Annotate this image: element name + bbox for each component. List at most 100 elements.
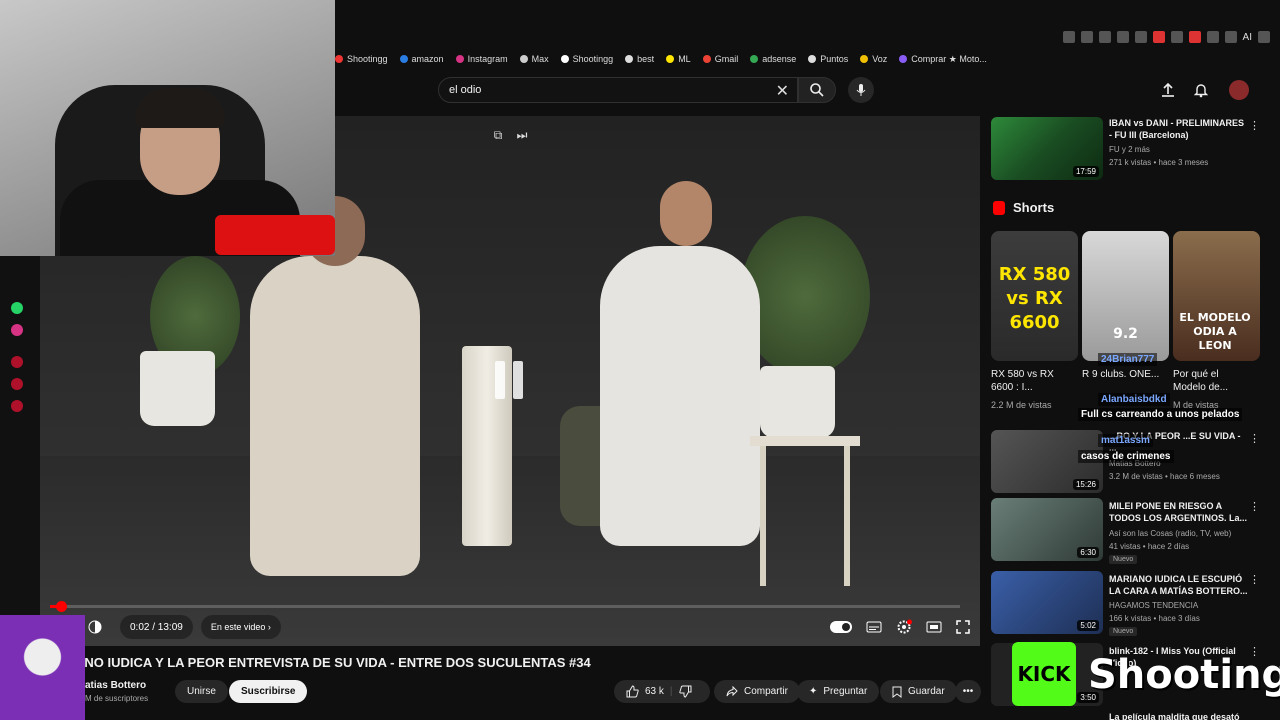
- video-title[interactable]: MILEI PONE EN RIESGO A TODOS LOS ARGENTI…: [1109, 500, 1249, 524]
- channel-name[interactable]: Así son las Cosas (radio, TV, web): [1109, 529, 1231, 538]
- extensions-bar: AI: [335, 26, 1280, 48]
- bookmark[interactable]: best: [625, 54, 654, 64]
- download-icon[interactable]: [1224, 31, 1237, 43]
- settings-icon[interactable]: [11, 400, 23, 412]
- autoplay-toggle[interactable]: [830, 621, 852, 633]
- bookmark[interactable]: adsense: [750, 54, 796, 64]
- mercadolibre-icon: [666, 55, 675, 63]
- bookmark-label: Shootingg: [347, 54, 388, 64]
- ai-extension[interactable]: AI: [1243, 32, 1252, 43]
- more-icon: •••: [962, 686, 974, 697]
- more-options-icon[interactable]: ⋮: [1249, 432, 1260, 445]
- subscribe-button[interactable]: Suscribirse: [229, 680, 308, 703]
- short-title[interactable]: Por qué el Modelo de...: [1173, 368, 1253, 394]
- join-button[interactable]: Unirse: [175, 680, 228, 703]
- extension-icon[interactable]: [1098, 31, 1111, 43]
- more-options-icon[interactable]: ⋮: [1249, 500, 1260, 513]
- short-thumbnail[interactable]: EL MODELO ODIA A LEON: [1173, 231, 1260, 361]
- bookmark[interactable]: Instagram: [455, 54, 508, 64]
- bookmark[interactable]: Comprar ★ Moto...: [899, 54, 987, 65]
- save-button[interactable]: Guardar: [880, 680, 957, 703]
- extension-icon[interactable]: [1134, 31, 1147, 43]
- short-title[interactable]: R 9 clubs. ONE...: [1082, 368, 1162, 381]
- extension-icon[interactable]: [1080, 31, 1093, 43]
- video-title[interactable]: La película maldita que desató: [1109, 711, 1249, 720]
- bookmark[interactable]: Gmail: [702, 54, 738, 64]
- thumbs-down-icon[interactable]: [678, 685, 692, 698]
- bookmark[interactable]: Voz: [860, 54, 887, 64]
- clear-search-icon[interactable]: ✕: [776, 81, 789, 101]
- search-input[interactable]: [449, 84, 769, 96]
- share-button[interactable]: Compartir: [714, 680, 800, 703]
- recommended-video[interactable]: 5:02 MARIANO IUDICA LE ESCUPIÓ LA CARA A…: [991, 571, 1271, 637]
- plant-pot: [760, 366, 835, 438]
- fullscreen-button[interactable]: [956, 614, 970, 640]
- bookmark[interactable]: Max: [519, 54, 549, 64]
- whatsapp-icon[interactable]: [11, 302, 23, 314]
- channel-name[interactable]: FU y 2 más: [1109, 145, 1150, 154]
- bookmark[interactable]: amazon: [399, 54, 444, 64]
- extension-icon[interactable]: [1188, 31, 1201, 43]
- extension-icon[interactable]: [1152, 31, 1165, 43]
- like-count[interactable]: 63 k: [645, 686, 664, 697]
- miniplayer-icon[interactable]: ⧉: [490, 128, 506, 144]
- video-thumbnail[interactable]: 6:30: [991, 498, 1103, 561]
- next-icon[interactable]: ⏭: [514, 128, 530, 144]
- short-thumbnail[interactable]: 9.2: [1082, 231, 1169, 361]
- notifications-button[interactable]: [1191, 80, 1211, 100]
- pause-indicator-icon: [495, 361, 525, 399]
- bookmark[interactable]: Puntos: [808, 54, 848, 64]
- side-table: [750, 436, 860, 586]
- player-controls-right: [830, 614, 970, 640]
- account-avatar[interactable]: [1229, 80, 1249, 100]
- more-actions-button[interactable]: •••: [955, 680, 981, 703]
- extension-icon[interactable]: [1170, 31, 1183, 43]
- more-options-icon[interactable]: ⋮: [1249, 119, 1260, 132]
- new-badge: Nuevo: [1109, 555, 1138, 564]
- app-icon[interactable]: [11, 356, 23, 368]
- recommended-video[interactable]: 6:30 MILEI PONE EN RIESGO A TODOS LOS AR…: [991, 498, 1271, 564]
- bookmark[interactable]: Shootingg: [560, 54, 614, 64]
- bookmark-icon: [335, 55, 343, 63]
- bookmark-label: Shootingg: [572, 54, 614, 64]
- chapters-button[interactable]: En este video ›: [200, 615, 281, 639]
- video-thumbnail[interactable]: 17:59: [991, 117, 1103, 180]
- app-icon[interactable]: [11, 378, 23, 390]
- thumbs-up-icon[interactable]: [626, 685, 639, 698]
- instagram-icon[interactable]: [11, 324, 23, 336]
- recommended-video[interactable]: La película maldita que desató: [991, 711, 1271, 720]
- extension-icon[interactable]: [1062, 31, 1075, 43]
- voice-search-button[interactable]: [848, 77, 874, 103]
- subscribe-label: Suscribirse: [241, 686, 296, 697]
- short-thumbnail[interactable]: RX 580 vs RX 6600: [991, 231, 1078, 361]
- progress-scrubber[interactable]: [55, 601, 67, 612]
- progress-bar[interactable]: [50, 601, 960, 612]
- upload-button[interactable]: [1158, 80, 1178, 100]
- menu-icon[interactable]: [1258, 31, 1270, 43]
- bookmark-label: Comprar ★ Moto...: [911, 53, 987, 64]
- subtitles-button[interactable]: [866, 614, 882, 640]
- video-title[interactable]: MARIANO IUDICA LE ESCUPIÓ LA CARA A MATÍ…: [1109, 573, 1249, 597]
- ask-button[interactable]: ✦ Preguntar: [797, 680, 880, 703]
- more-options-icon[interactable]: ⋮: [1249, 573, 1260, 586]
- short-thumb-text: EL MODELO ODIA A LEON: [1179, 311, 1251, 352]
- theater-mode-button[interactable]: [926, 614, 942, 640]
- video-thumbnail[interactable]: 5:02: [991, 571, 1103, 634]
- volume-button[interactable]: [84, 614, 106, 640]
- channel-name[interactable]: HAGAMOS TENDENCIA: [1109, 601, 1198, 610]
- bookmark[interactable]: Shootingg: [335, 54, 388, 64]
- extension-icon[interactable]: [1116, 31, 1129, 43]
- channel-name[interactable]: atias Bottero: [85, 680, 146, 691]
- short-title[interactable]: RX 580 vs RX 6600 : I...: [991, 368, 1071, 394]
- settings-button[interactable]: [896, 614, 912, 640]
- search-button[interactable]: [798, 77, 836, 103]
- subscriber-count: M de suscriptores: [85, 694, 149, 703]
- video-title[interactable]: IBAN vs DANI - PRELIMINARES - FU III (Ba…: [1109, 117, 1249, 141]
- bookmark[interactable]: ML: [666, 54, 691, 64]
- recommended-video[interactable]: 17:59 IBAN vs DANI - PRELIMINARES - FU I…: [991, 117, 1271, 182]
- share-label: Compartir: [744, 686, 788, 697]
- video-meta: 271 k vistas • hace 3 meses: [1109, 158, 1209, 167]
- bell-icon: [1194, 84, 1208, 98]
- chapters-label: En este video: [210, 622, 266, 632]
- extension-icon[interactable]: [1206, 31, 1219, 43]
